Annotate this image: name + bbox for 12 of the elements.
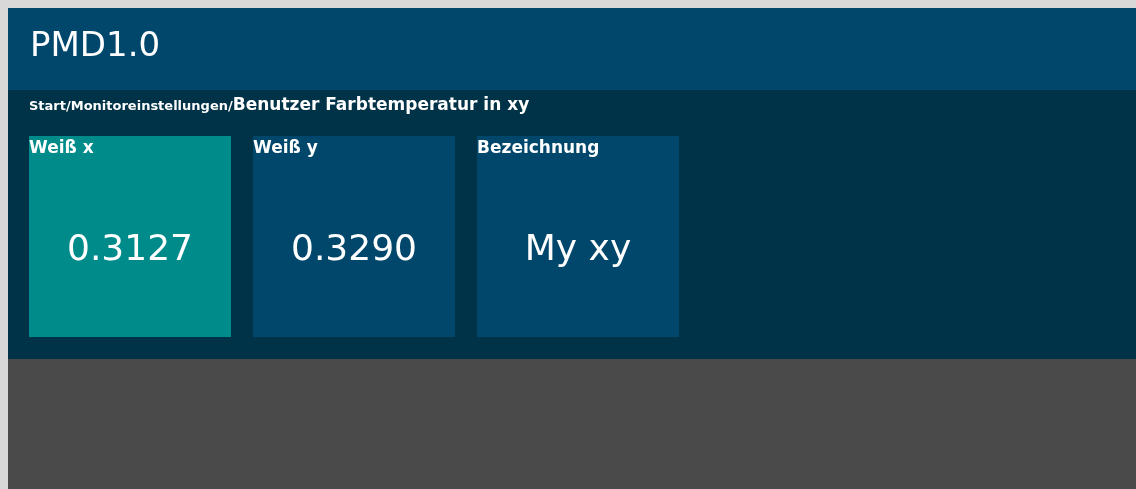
tile-label: Bezeichnung (477, 136, 600, 157)
app-title: PMD1.0 (30, 24, 161, 64)
tile-value: My xy (524, 226, 632, 268)
breadcrumb-current: Benutzer Farbtemperatur in xy (232, 94, 530, 114)
tile-value: 0.3290 (291, 226, 417, 268)
value-tile[interactable]: Bezeichnung My xy (477, 136, 679, 337)
tile-label: Weiß y (253, 136, 318, 157)
tile-label: Weiß x (29, 136, 94, 157)
breadcrumb-path: Start/Monitoreinstellungen/ (29, 98, 233, 113)
tile-value: 0.3127 (67, 226, 193, 268)
value-tile[interactable]: Weiß y 0.3290 (253, 136, 455, 337)
value-tile[interactable]: Weiß x 0.3127 (29, 136, 231, 337)
